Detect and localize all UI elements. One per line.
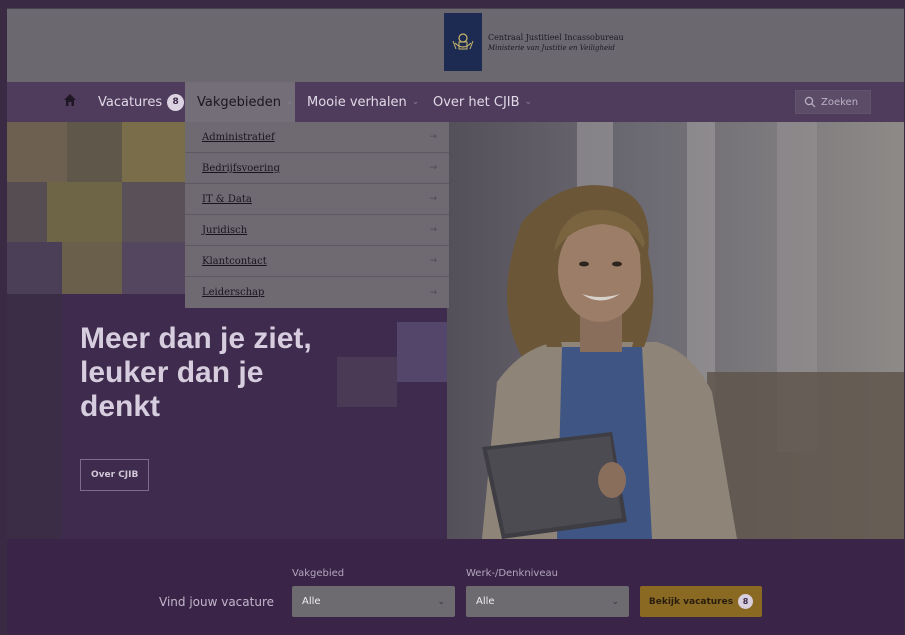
hero-mosaic-tile [47,182,122,242]
hero-mosaic-tile [122,122,187,182]
over-cjib-button[interactable]: Over CJIB [80,459,150,491]
hero-mosaic-tile [7,242,62,294]
dropdown-item-label: Bedrijfsvoering [202,162,280,174]
arrow-right-icon: → [429,194,437,204]
dropdown-item-leiderschap[interactable]: Leiderschap → [185,277,449,308]
main-navigation: Vacatures 8 Vakgebieden ⌄ Mooie verhalen… [7,82,904,122]
ministry-name: Ministerie van Justitie en Veiligheid [488,44,615,52]
hero-title-line: leuker dan je [80,356,264,389]
search-button[interactable]: Zoeken [795,90,871,114]
organisation-name-line1: Centraal Justitieel Incassobureau [488,33,624,42]
dropdown-item-bedrijfsvoering[interactable]: Bedrijfsvoering → [185,153,449,184]
chevron-down-icon: ⌄ [524,97,533,107]
nav-item-label: Mooie verhalen [307,94,407,110]
nav-item-vacatures[interactable]: Vacatures 8 [98,82,185,122]
bekijk-vacatures-button[interactable]: Bekijk vacatures 8 [640,586,762,617]
search-icon [804,96,816,108]
nav-item-vakgebieden[interactable]: Vakgebieden ⌄ [185,82,295,122]
nav-item-label: Vakgebieden [197,94,281,110]
vakgebied-select-value: Alle [302,596,321,607]
dropdown-item-label: Juridisch [202,224,248,236]
chevron-down-icon: ⌄ [437,596,445,607]
vacancy-search-band: Vind jouw vacature Vakgebied Alle ⌄ Werk… [7,539,904,635]
hero-title: Meer dan je ziet, leuker dan je denkt [80,322,430,424]
hero-mosaic-tile [7,122,67,182]
dropdown-item-klantcontact[interactable]: Klantcontact → [185,246,449,277]
cta-label: Bekijk vacatures [648,596,734,607]
hero-mosaic-tile [122,242,187,294]
hero-mosaic-tile [122,182,187,242]
dropdown-item-administratief[interactable]: Administratief → [185,122,449,153]
nav-item-mooie-verhalen[interactable]: Mooie verhalen ⌄ [307,82,419,122]
hero-mosaic-tile [67,122,122,182]
search-label: Zoeken [821,96,859,108]
hero-title-line: denkt [80,390,161,423]
brand-bar: Centraal Justitieel Incassobureau Minist… [7,9,904,82]
dropdown-item-label: Administratief [202,131,275,143]
arrow-right-icon: → [429,287,437,298]
chevron-down-icon: ⌄ [411,97,420,107]
nav-item-label: Over het CJIB [433,94,520,110]
page: Centraal Justitieel Incassobureau Minist… [7,8,904,635]
hero-mosaic-tile [7,182,47,242]
werk-denkniveau-label: Werk-/Denkniveau [466,568,558,579]
vakgebied-label: Vakgebied [292,568,345,579]
arrow-right-icon: → [429,225,437,235]
nav-item-label: Vacatures [98,94,163,110]
coat-of-arms-icon[interactable] [444,13,482,71]
arrow-right-icon: → [429,163,437,173]
arrow-right-icon: → [429,256,437,266]
hero-section: Meer dan je ziet, leuker dan je denkt Ov… [7,122,904,539]
dropdown-item-it-data[interactable]: IT & Data → [185,184,449,215]
werk-denkniveau-select-value: Alle [476,596,495,607]
vakgebied-select[interactable]: Alle ⌄ [292,586,455,617]
nav-item-over-het-cjib[interactable]: Over het CJIB ⌄ [433,82,532,122]
dropdown-item-label: Leiderschap [202,287,265,298]
vacancy-count-badge: 8 [167,93,185,111]
chevron-down-icon: ⌄ [285,97,294,107]
dropdown-item-label: IT & Data [202,193,252,205]
werk-denkniveau-select[interactable]: Alle ⌄ [466,586,629,617]
home-icon[interactable] [62,92,78,108]
vakgebieden-dropdown: Administratief → Bedrijfsvoering → IT & … [185,122,449,308]
dropdown-item-label: Klantcontact [202,255,267,267]
woman-with-laptop-photo [482,185,737,539]
hero-mosaic-tile [62,242,122,294]
organisation-name: Centraal Justitieel Incassobureau Minist… [488,32,624,53]
hero-title-line: Meer dan je ziet, [80,322,312,355]
vacancy-search-title: Vind jouw vacature [159,595,274,609]
hero-mosaic-tile [7,294,62,539]
dropdown-item-juridisch[interactable]: Juridisch → [185,215,449,246]
chevron-down-icon: ⌄ [611,596,619,607]
arrow-right-icon: → [429,132,437,142]
vacancy-count-badge: 8 [738,594,754,609]
